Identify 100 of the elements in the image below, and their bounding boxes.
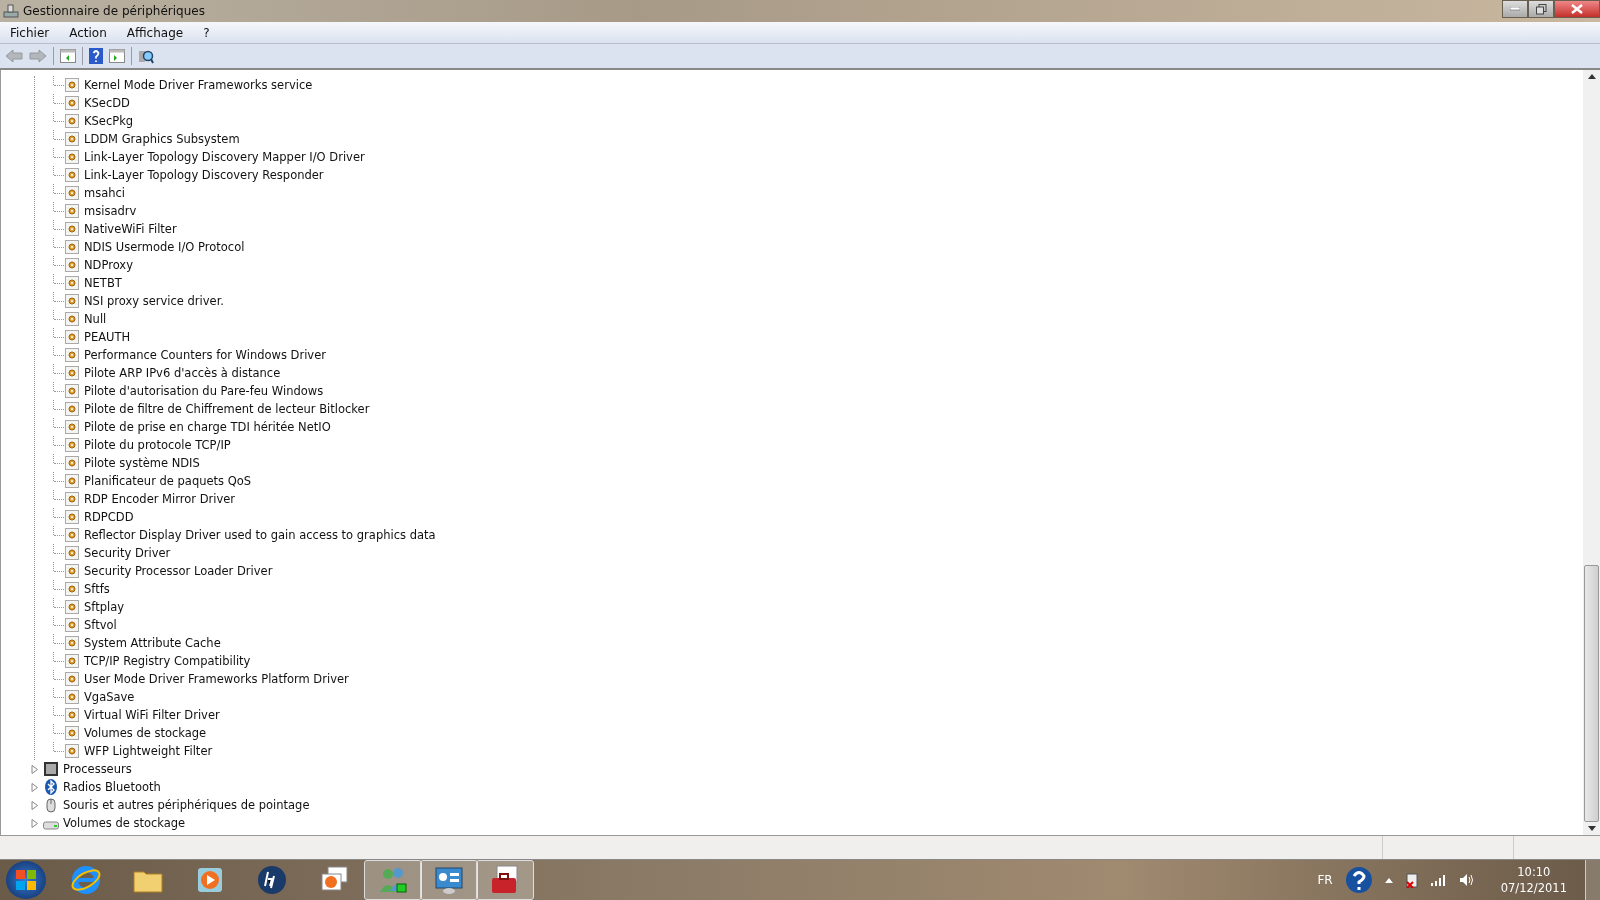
- tree-item[interactable]: Link-Layer Topology Discovery Mapper I/O Driver: [84, 150, 365, 164]
- tree-category[interactable]: Souris et autres périphériques de pointage: [63, 798, 310, 812]
- tree-item[interactable]: TCP/IP Registry Compatibility: [84, 654, 251, 668]
- scroll-up-icon[interactable]: [1587, 74, 1596, 79]
- tree-item[interactable]: Security Driver: [84, 546, 171, 560]
- driver-gear-icon: [65, 600, 79, 614]
- tree-item[interactable]: Pilote de filtre de Chiffrement de lecteur Bitlocker: [84, 402, 370, 416]
- menu-item[interactable]: Affichage: [116, 25, 194, 40]
- scroll-thumb[interactable]: [1584, 565, 1599, 822]
- users-taskbar-button[interactable]: [364, 860, 422, 900]
- start-button[interactable]: [6, 861, 46, 899]
- tree-item[interactable]: Pilote d'autorisation du Pare-feu Windows: [84, 384, 324, 398]
- window-title: Gestionnaire de périphériques: [23, 4, 205, 18]
- driver-gear-icon: [65, 222, 79, 236]
- power-plug-icon[interactable]: [1404, 872, 1419, 888]
- close-icon: [1571, 4, 1583, 14]
- expand-arrow-icon[interactable]: [31, 818, 39, 828]
- tree-item[interactable]: VgaSave: [84, 690, 135, 704]
- driver-gear-icon: [65, 348, 79, 362]
- tree-item[interactable]: Sftvol: [84, 618, 117, 632]
- help-icon[interactable]: [1344, 866, 1373, 894]
- console-tree-icon[interactable]: [60, 49, 76, 63]
- tree-item[interactable]: System Attribute Cache: [84, 636, 221, 650]
- driver-gear-icon: [65, 258, 79, 272]
- driver-gear-icon: [65, 672, 79, 686]
- scroll-down-icon[interactable]: [1587, 826, 1596, 831]
- clock[interactable]: 10:10 07/12/2011: [1500, 864, 1567, 896]
- speaker-icon[interactable]: [1458, 873, 1475, 887]
- tree-item[interactable]: Pilote système NDIS: [84, 456, 200, 470]
- driver-gear-icon: [65, 546, 79, 560]
- driver-gear-icon: [65, 294, 79, 308]
- tree-item[interactable]: Pilote ARP IPv6 d'accès à distance: [84, 366, 281, 380]
- tree-item[interactable]: Volumes de stockage: [84, 726, 207, 740]
- tree-item[interactable]: Pilote de prise en charge TDI héritée NetIO: [84, 420, 331, 434]
- tree-item[interactable]: Null: [84, 312, 107, 326]
- driver-gear-icon: [65, 276, 79, 290]
- tree-item[interactable]: PEAUTH: [84, 330, 131, 344]
- driver-gear-icon: [65, 492, 79, 506]
- tree-item[interactable]: WFP Lightweight Filter: [84, 744, 213, 758]
- driver-gear-icon: [65, 312, 79, 326]
- tree-item[interactable]: LDDM Graphics Subsystem: [84, 132, 240, 146]
- tree-item[interactable]: Pilote du protocole TCP/IP: [84, 438, 231, 452]
- tree-item[interactable]: Kernel Mode Driver Frameworks service: [84, 78, 313, 92]
- tree-item[interactable]: RDP Encoder Mirror Driver: [84, 492, 236, 506]
- driver-gear-icon: [65, 240, 79, 254]
- clock-time: 10:10: [1517, 864, 1551, 880]
- expand-arrow-icon[interactable]: [31, 782, 39, 792]
- tree-category[interactable]: Processeurs: [63, 762, 132, 776]
- driver-gear-icon: [65, 186, 79, 200]
- tree-item[interactable]: NETBT: [84, 276, 122, 290]
- panel-taskbar-button[interactable]: [420, 860, 478, 900]
- tree-item[interactable]: Security Processor Loader Driver: [84, 564, 273, 578]
- signal-bars-icon[interactable]: [1430, 874, 1447, 886]
- toolbox-taskbar-button[interactable]: [476, 860, 534, 900]
- tree-item[interactable]: msahci: [84, 186, 126, 200]
- tree-item[interactable]: Planificateur de paquets QoS: [84, 474, 252, 488]
- menu-item[interactable]: Fichier: [0, 25, 60, 40]
- tree-item[interactable]: NDProxy: [84, 258, 133, 272]
- tree-category[interactable]: Radios Bluetooth: [63, 780, 161, 794]
- expand-arrow-icon[interactable]: [31, 764, 39, 774]
- tree-item[interactable]: Link-Layer Topology Discovery Responder: [84, 168, 324, 182]
- action-pane-icon[interactable]: [109, 49, 125, 63]
- driver-gear-icon: [65, 618, 79, 632]
- tree-item[interactable]: Sftplay: [84, 600, 124, 614]
- driver-gear-icon: [65, 402, 79, 416]
- tree-item[interactable]: KSecDD: [84, 96, 130, 110]
- show-desktop-button[interactable]: [1585, 860, 1600, 900]
- vertical-scrollbar[interactable]: [1583, 70, 1600, 835]
- language-indicator[interactable]: FR: [1317, 873, 1333, 887]
- driver-gear-icon: [65, 150, 79, 164]
- tree-item[interactable]: User Mode Driver Frameworks Platform Driver: [84, 672, 349, 686]
- tree-category[interactable]: Volumes de stockage: [63, 816, 186, 830]
- tree-item[interactable]: RDPCDD: [84, 510, 134, 524]
- round-logo-icon: [256, 864, 288, 896]
- tree-item[interactable]: Performance Counters for Windows Driver: [84, 348, 326, 362]
- restore-button[interactable]: [1528, 0, 1554, 18]
- driver-gear-icon: [65, 78, 79, 92]
- tree-item[interactable]: Virtual WiFi Filter Driver: [84, 708, 220, 722]
- driver-gear-icon: [65, 330, 79, 344]
- tree-item[interactable]: NDIS Usermode I/O Protocol: [84, 240, 245, 254]
- scan-hardware-icon[interactable]: [138, 48, 154, 64]
- driver-gear-icon: [65, 384, 79, 398]
- driver-gear-icon: [65, 528, 79, 542]
- help-icon[interactable]: [89, 48, 103, 64]
- toolbox-icon: [489, 864, 521, 896]
- expand-arrow-icon[interactable]: [31, 800, 39, 810]
- show-hidden-icons-icon[interactable]: [1384, 877, 1393, 883]
- close-button[interactable]: [1554, 0, 1600, 18]
- menu-item[interactable]: ?: [193, 25, 220, 40]
- menu-item[interactable]: Action: [59, 25, 117, 40]
- tree-item[interactable]: KSecPkg: [84, 114, 134, 128]
- driver-gear-icon: [65, 654, 79, 668]
- minimize-icon: [1510, 7, 1520, 11]
- tree-item[interactable]: Reflector Display Driver used to gain access to graphics data: [84, 528, 436, 542]
- tree-item[interactable]: Sftfs: [84, 582, 110, 596]
- tree-item[interactable]: msisadrv: [84, 204, 137, 218]
- driver-gear-icon: [65, 420, 79, 434]
- minimize-button[interactable]: [1502, 0, 1528, 18]
- tree-item[interactable]: NSI proxy service driver.: [84, 294, 224, 308]
- tree-item[interactable]: NativeWiFi Filter: [84, 222, 177, 236]
